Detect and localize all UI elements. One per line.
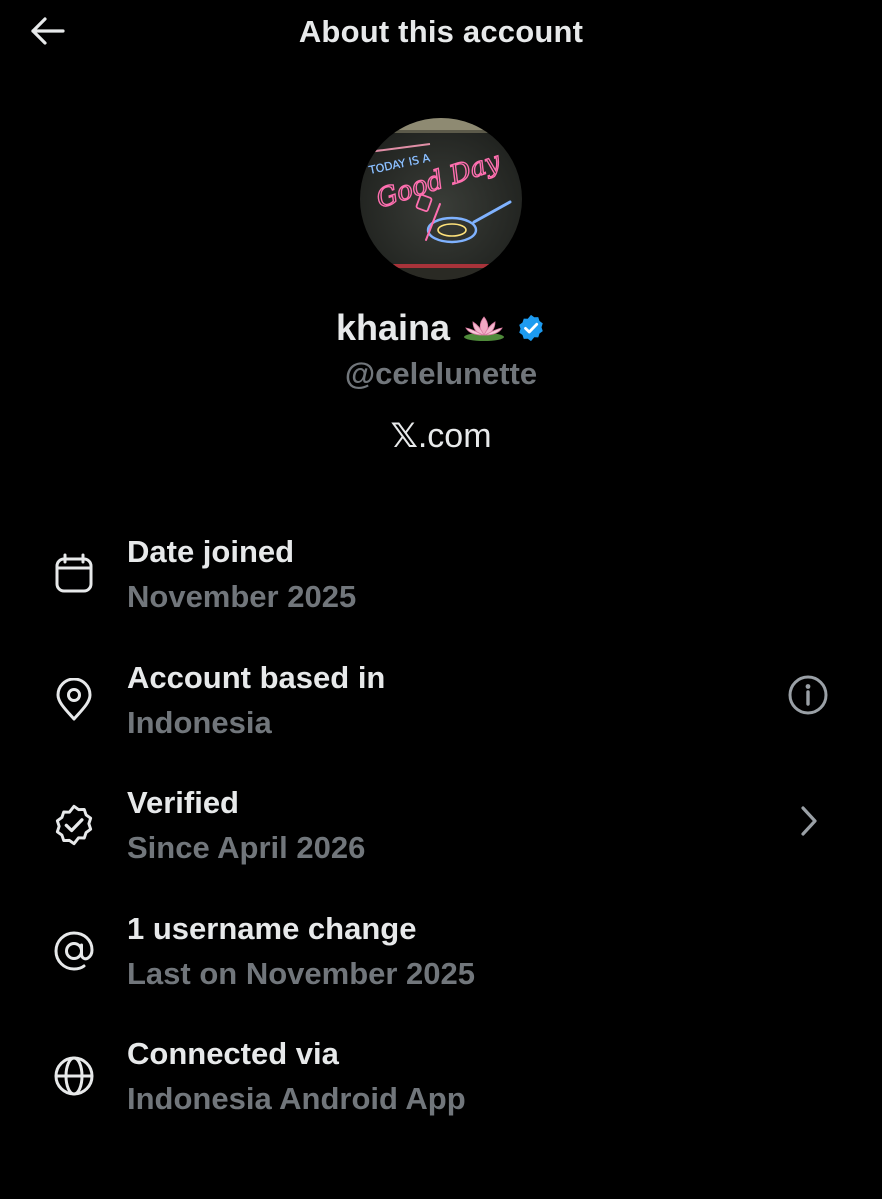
row-value: November 2025: [127, 579, 357, 614]
at-sign-icon: [50, 927, 98, 975]
chevron-right-icon: [793, 804, 823, 843]
row-account-based-in: Account based in Indonesia: [0, 654, 882, 780]
row-title: Connected via: [127, 1036, 339, 1071]
page-title: About this account: [298, 14, 584, 49]
row-value: Since April 2026: [127, 830, 366, 865]
row-date-joined: Date joined November 2025: [0, 528, 882, 654]
row-title: Account based in: [127, 659, 386, 695]
row-title: Date joined: [127, 534, 295, 569]
calendar-icon: [50, 550, 98, 598]
account-info-list: Date joined November 2025 Account based …: [0, 528, 882, 1156]
verified-badge-icon[interactable]: [516, 313, 546, 343]
row-title: 1 username change: [127, 910, 417, 946]
info-icon: [787, 674, 829, 721]
row-value: Indonesia Android App: [127, 1081, 466, 1116]
name-row: khaina: [0, 306, 882, 350]
website-link[interactable]: 𝕏.com: [390, 416, 491, 456]
row-verified[interactable]: Verified Since April 2026: [0, 779, 882, 905]
display-name: khaina: [335, 307, 451, 348]
location-pin-icon: [50, 676, 98, 724]
row-value: Indonesia: [127, 704, 272, 740]
row-username-changes: 1 username change Last on November 2025: [0, 905, 882, 1031]
top-bar: About this account: [0, 0, 882, 70]
row-connected-via: Connected via Indonesia Android App: [0, 1030, 882, 1156]
info-button[interactable]: [784, 674, 832, 722]
globe-icon: [50, 1052, 98, 1100]
x-logo-glyph: 𝕏: [390, 416, 418, 456]
avatar[interactable]: TODAY IS A Good Day: [360, 118, 522, 280]
verified-details-button[interactable]: [784, 799, 832, 847]
row-title: Verified: [127, 785, 239, 820]
profile-summary: TODAY IS A Good Day khaina @celelunette …: [0, 118, 882, 456]
website-domain: .com: [417, 417, 492, 455]
verified-check-icon: [50, 801, 98, 849]
row-value: Last on November 2025: [127, 955, 476, 991]
user-handle: @celelunette: [344, 356, 538, 391]
lotus-icon: [462, 314, 506, 342]
